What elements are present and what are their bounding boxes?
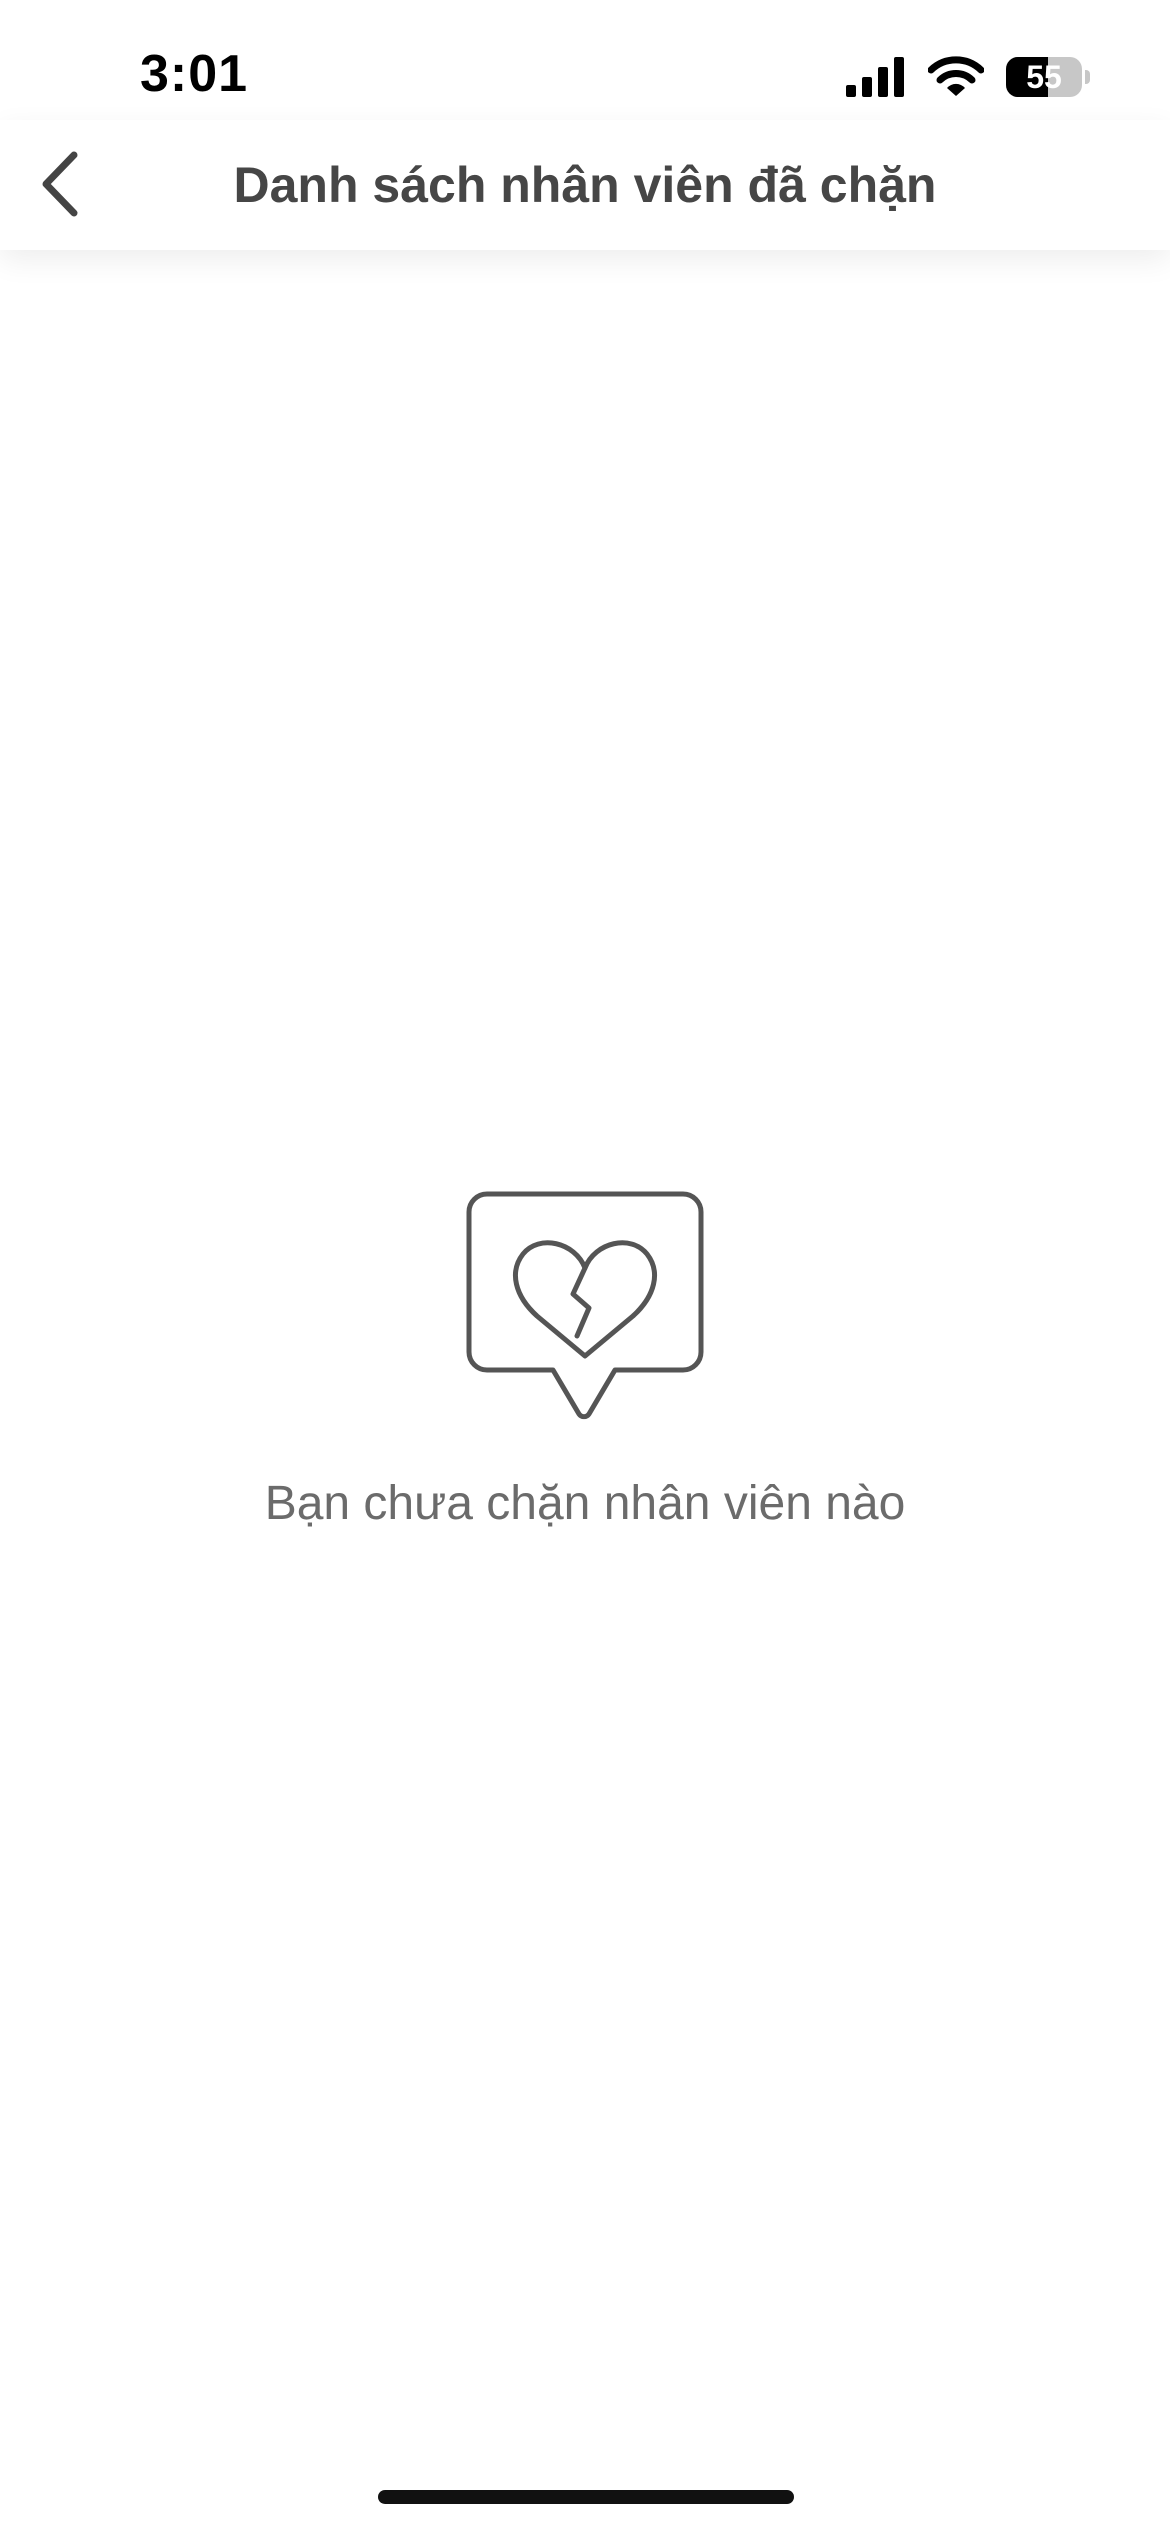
wifi-icon (928, 56, 984, 96)
battery-cap (1085, 70, 1090, 84)
empty-state-message: Bạn chưa chặn nhân viên nào (264, 1477, 906, 1530)
page-title: Danh sách nhân viên đã chặn (233, 157, 937, 213)
empty-state: Bạn chưa chặn nhân viên nào (0, 1190, 1170, 1531)
navigation-bar: Danh sách nhân viên đã chặn (0, 120, 1170, 250)
battery-body: 55 (1006, 57, 1082, 97)
chevron-left-icon (42, 151, 78, 217)
status-bar: 3:01 55 (0, 0, 1170, 140)
home-indicator[interactable] (378, 2490, 794, 2504)
status-time: 3:01 (140, 45, 249, 103)
back-button[interactable] (10, 134, 110, 234)
battery-level-text: 55 (1026, 59, 1062, 95)
cellular-signal-icon (846, 57, 904, 97)
battery-indicator: 55 (1006, 57, 1090, 97)
broken-heart-chat-icon (466, 1191, 704, 1420)
status-icons: 55 (846, 52, 1090, 102)
